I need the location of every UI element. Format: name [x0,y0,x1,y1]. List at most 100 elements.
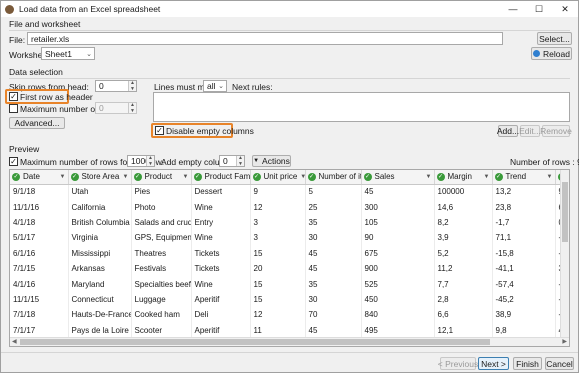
column-header-content: ✓ Product ▼ [133,172,189,181]
table-row[interactable]: 4/1/16MarylandSpecialties beefl...Wine15… [10,276,569,292]
table-row[interactable]: 7/1/17 Pays de la Loire Scooter Aperitif 11 4… [10,322,569,338]
table-cell: 6/1/16 [10,245,69,261]
worksheet-select[interactable]: Sheet1 ⌄ [41,47,95,60]
column-header[interactable]: ✓Unit price▼ [250,170,306,185]
column-menu-icon[interactable]: ▼ [547,174,553,180]
table-cell: Entry [191,214,251,231]
column-header[interactable]: ✓ Store Area ▼ [68,170,132,185]
column-header-content: ✓ Sales ▼ [363,172,432,181]
check-circle-icon: ✓ [12,172,20,181]
column-header[interactable]: ✓ Date ▼ [10,170,69,185]
add-rule-button[interactable]: Add... [497,125,519,137]
spin-arrows-icon[interactable]: ▲ ▼ [128,81,136,91]
column-header[interactable]: ✓ Margin ▼ [434,170,493,185]
reload-button[interactable]: Reload [531,47,572,60]
minimize-button[interactable]: — [500,1,526,17]
file-section-divider [9,30,570,31]
column-menu-icon[interactable]: ▼ [484,174,490,180]
scroll-right-icon[interactable]: ▶ [562,338,567,345]
table-row[interactable]: 6/1/16 Mississippi Theatres Tickets 15 45 675 5… [10,245,569,261]
horizontal-scroll-thumb[interactable] [20,339,490,345]
check-circle-icon: ✓ [133,172,142,181]
table-cell: Dessert [191,184,251,200]
table-cell: 14,6 [434,199,493,215]
table-cell: 45 [361,184,435,200]
column-header-label: Unit price [263,172,298,182]
table-cell: British Columbia [68,214,132,231]
maximize-button[interactable]: ☐ [526,1,552,17]
column-menu-icon[interactable]: ▼ [183,174,189,180]
horizontal-scrollbar[interactable]: ◀ ▶ [10,337,569,346]
column-header-label: Store Area [81,172,120,182]
chevron-down-icon: ⌄ [86,50,92,58]
column-menu-icon[interactable]: ▼ [426,174,432,180]
file-path-field[interactable]: retailer.xls [27,32,503,45]
column-header[interactable]: ✓ Product ▼ [131,170,192,185]
max-rows-checkbox[interactable] [9,104,18,113]
add-empty-columns-stepper[interactable]: 0 ▲ ▼ [219,155,245,167]
table-cell: Luggage [131,291,192,308]
rules-list[interactable] [153,92,570,122]
next-button[interactable]: Next > [478,357,509,370]
max-rows-stepper[interactable]: 0 ▲ ▼ [95,102,137,114]
cancel-button[interactable]: Cancel [545,357,574,370]
select-button[interactable]: Select... [537,32,572,45]
table-cell: Theatres [131,245,192,261]
spin-arrows-icon[interactable]: ▲ ▼ [146,156,154,166]
edit-rule-button[interactable]: Edit... [519,125,541,137]
table-cell: 7,7 [434,276,493,292]
table-cell: 7/1/17 [10,322,69,338]
table-cell: 3 [250,230,306,246]
spin-arrows-icon[interactable]: ▲ ▼ [236,156,244,166]
table-row[interactable]: 7/1/15 Arkansas Festivals Tickets 20 45 900 11,… [10,260,569,277]
table-row[interactable]: 11/1/15 Connecticut Luggage Aperitif 15 30 450… [10,291,569,308]
max-rows-preview-stepper[interactable]: 1000 ▲ ▼ [127,155,155,167]
table-cell: 4/1/18 [10,214,69,231]
table-row[interactable]: 5/1/17 Virginia GPS, Equipment Wine 3 30 90 3,9… [10,230,569,246]
column-menu-icon[interactable]: ▼ [300,174,304,180]
actions-button[interactable]: ▼ Actions [252,155,291,167]
column-header-content: ✓Number of iter▼ [307,172,361,182]
advanced-button[interactable]: Advanced... [9,117,65,129]
previous-button[interactable]: < Previous [438,357,478,370]
max-rows-preview-checkbox[interactable]: ✓ [9,157,18,166]
window-controls: — ☐ ✕ [500,1,578,17]
rows-count: Number of rows : 999 [510,157,579,167]
vertical-scroll-thumb[interactable] [562,182,568,242]
finish-button[interactable]: Finish [513,357,542,370]
column-header[interactable]: ✓Number of iter▼ [305,170,362,185]
lines-must-match-select[interactable]: all ⌄ [203,80,227,92]
table-cell: 100000 [434,184,493,200]
data-selection-header: Data selection [9,67,63,77]
scroll-left-icon[interactable]: ◀ [12,338,17,345]
table-row[interactable]: 9/1/18UtahPiesDessert954510000013,2999 [10,184,569,200]
column-header[interactable]: ✓ Trend ▼ [492,170,556,185]
remove-rule-button[interactable]: Remove [540,125,572,137]
table-cell: 3 [250,214,306,231]
table-cell: Specialties beefl... [131,276,192,292]
close-button[interactable]: ✕ [552,1,578,17]
table-row[interactable]: 4/1/18British ColumbiaSalads and crudité… [10,214,569,231]
table-cell: 2,8 [434,291,493,308]
table-cell: 900 [361,260,435,277]
spin-arrows-icon[interactable]: ▲ ▼ [128,103,136,113]
first-row-header-checkbox[interactable]: ✓ [9,92,18,101]
chevron-down-icon: ⌄ [218,83,224,90]
disable-empty-columns-checkbox[interactable]: ✓ [155,126,164,135]
column-header-label: Number of iter [318,172,361,182]
table-cell: 840 [361,307,435,323]
column-menu-icon[interactable]: ▼ [60,174,66,180]
column-header[interactable]: ✓ Sales ▼ [361,170,435,185]
skip-rows-stepper[interactable]: 0 ▲ ▼ [95,80,137,92]
table-row[interactable]: 7/1/18 Hauts-De-France Cooked ham Deli 12 70 8… [10,307,569,323]
column-menu-icon[interactable]: ▼ [123,174,129,180]
lines-must-match-value: all [207,81,216,91]
table-row[interactable]: 11/1/16 California Photo Wine 12 25 300 14,6 23,… [10,199,569,215]
preview-grid[interactable]: ✓Date▼✓Store Area▼✓Product▼✓Product Fami… [9,169,570,347]
vertical-scrollbar[interactable] [560,170,569,338]
table-cell: 7/1/18 [10,307,69,323]
table-cell: Aperitif [191,322,251,338]
check-circle-icon: ✓ [252,172,261,181]
column-header[interactable]: ✓Product Family▼ [191,170,251,185]
table-cell: 15 [250,276,306,292]
